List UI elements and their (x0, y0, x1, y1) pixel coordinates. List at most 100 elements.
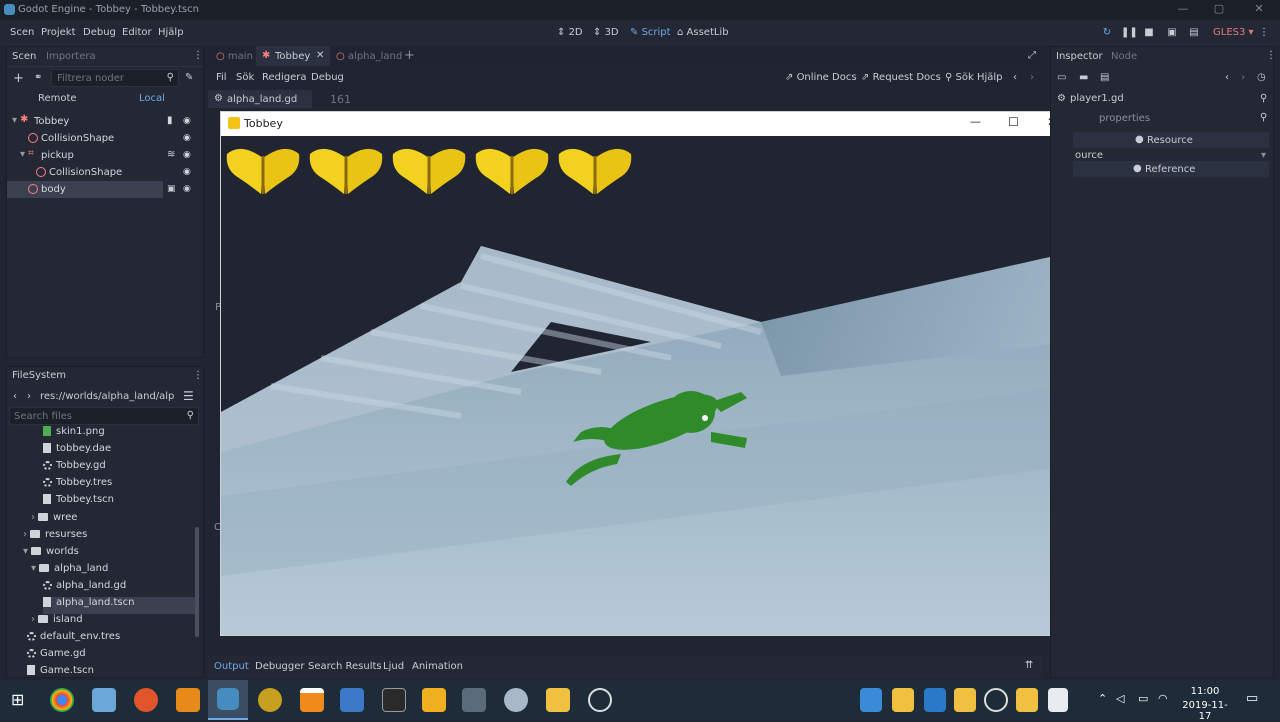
tab-scene-alpha-land[interactable]: ○ alpha_land (336, 51, 402, 62)
menu-scen[interactable]: Scen (10, 27, 34, 38)
minimize-icon[interactable]: — (1176, 2, 1190, 16)
new-resource-icon[interactable]: ▭ (1057, 72, 1066, 83)
tab-ljud[interactable]: Ljud (383, 661, 404, 672)
signal-icon[interactable]: ≋ (167, 149, 175, 160)
tab-scene-main[interactable]: ○ main (216, 51, 253, 62)
expand-panel-icon[interactable]: ⇈ (1025, 660, 1033, 671)
collapse-arrow-icon[interactable]: ▾ (23, 546, 28, 557)
script-list-item[interactable]: ⚙ alpha_land.gd (208, 90, 312, 108)
script-menu-debug[interactable]: Debug (311, 72, 344, 83)
dropdown-arrow-icon[interactable]: ▾ (1261, 150, 1266, 161)
open-folder-icon[interactable]: ▬ (1079, 72, 1088, 83)
notifications-icon[interactable]: ▭ (1246, 691, 1258, 706)
split-view-icon[interactable]: ☰ (183, 389, 194, 403)
chrome-icon[interactable] (50, 688, 74, 712)
app-icon-6[interactable] (422, 688, 446, 712)
file-item[interactable]: Tobbey.tscn (43, 494, 197, 511)
mode-assetlib-button[interactable]: ⌂ AssetLib (677, 27, 729, 38)
file-item[interactable]: Game.gd (27, 648, 197, 665)
online-docs-link[interactable]: ⇗ Online Docs (785, 72, 857, 83)
tray-document-icon[interactable] (1048, 688, 1068, 712)
play-scene-icon[interactable]: ▣ (1166, 27, 1178, 39)
scrollbar-thumb[interactable] (195, 527, 199, 637)
tab-search-results[interactable]: Search Results (308, 661, 382, 672)
close-tab-icon[interactable]: ✕ (316, 50, 324, 61)
forward-arrow-icon[interactable]: › (27, 391, 31, 402)
file-item[interactable]: alpha_land.gd (43, 580, 197, 597)
folder-item[interactable]: › island (31, 614, 197, 631)
app-icon-3[interactable] (258, 688, 282, 712)
path-field[interactable]: res://worlds/alpha_land/alpha_l (37, 387, 175, 405)
resource-category[interactable]: ● Resource (1073, 132, 1269, 148)
fullscreen-icon[interactable]: ⤢ (1028, 50, 1036, 61)
tree-node-collisionshape[interactable]: CollisionShape ◉ (7, 130, 203, 147)
stop-icon[interactable]: ■ (1143, 27, 1155, 39)
tab-animation[interactable]: Animation (412, 661, 463, 672)
tab-scene-tobbey[interactable]: ✱ Tobbey ✕ (256, 46, 330, 66)
script-menu-fil[interactable]: Fil (216, 72, 227, 83)
clock[interactable]: 11:00 2019-11-17 (1176, 686, 1234, 722)
collapse-arrow-icon[interactable]: ▾ (31, 563, 36, 574)
search-files-input[interactable]: Search files ⚲ (9, 407, 199, 425)
script-menu-sok[interactable]: Sök (236, 72, 254, 83)
vlc-icon[interactable] (300, 688, 324, 712)
maximize-icon[interactable]: ☐ (1008, 115, 1019, 129)
script-menu-redigera[interactable]: Redigera (262, 72, 307, 83)
filter-nodes-input[interactable]: Filtrera noder ⚲ (51, 69, 179, 87)
script-icon[interactable]: ▮ (167, 115, 173, 126)
visibility-eye-icon[interactable]: ◉ (183, 167, 195, 177)
godot-taskbar-item[interactable] (208, 680, 248, 720)
tab-node[interactable]: Node (1111, 51, 1137, 62)
panel-menu-icon[interactable]: ⋮ (193, 50, 203, 61)
battery-icon[interactable]: ▭ (1138, 692, 1148, 705)
chevron-up-icon[interactable]: ⌃ (1098, 692, 1107, 705)
file-item[interactable]: Game.tscn (27, 665, 197, 678)
app-icon-4[interactable] (340, 688, 364, 712)
obs-icon[interactable] (588, 688, 612, 712)
menu-projekt[interactable]: Projekt (41, 27, 76, 38)
add-node-icon[interactable]: + (13, 71, 24, 86)
back-arrow-icon[interactable]: ‹ (13, 391, 17, 402)
game-window[interactable]: Tobbey — ☐ ✕ (220, 111, 1073, 636)
history-back-icon[interactable]: ‹ (1225, 72, 1229, 83)
tray-folder-icon[interactable] (1016, 688, 1038, 712)
local-toggle[interactable]: Local (105, 91, 201, 108)
object-settings-icon[interactable]: ⚲ (1260, 93, 1267, 104)
visibility-eye-icon[interactable]: ◉ (183, 116, 195, 126)
panel-menu-icon[interactable]: ⋮ (1266, 50, 1276, 61)
app-icon-5[interactable] (382, 688, 406, 712)
history-forward-icon[interactable]: › (1241, 72, 1245, 83)
mode-script-button[interactable]: ✎ Script (630, 27, 671, 38)
filter-properties-input[interactable]: properties (1099, 113, 1150, 124)
renderer-select[interactable]: GLES3 ▾ (1213, 27, 1254, 38)
file-item[interactable]: Tobbey.tres (43, 477, 197, 494)
script-attach-icon[interactable]: ✎ (185, 72, 193, 83)
history-icon[interactable]: ◷ (1257, 72, 1266, 83)
forward-arrow-icon[interactable]: › (1030, 72, 1034, 83)
folder-item[interactable]: ▾ worlds (23, 546, 197, 563)
game-viewport[interactable] (221, 136, 1072, 635)
tree-node-tobbey[interactable]: ▾ ✱ Tobbey ▮ ◉ (7, 113, 203, 130)
panel-menu-icon[interactable]: ⋮ (193, 370, 203, 381)
visibility-eye-icon[interactable]: ◉ (183, 184, 191, 194)
visibility-eye-icon[interactable]: ◉ (183, 133, 195, 143)
tray-folder-icon[interactable] (954, 688, 976, 712)
folder-item[interactable]: › resurses (23, 529, 197, 546)
play-custom-icon[interactable]: ▤ (1188, 27, 1200, 39)
add-tab-icon[interactable]: + (404, 48, 415, 63)
file-item[interactable]: skin1.png (43, 426, 197, 443)
pause-icon[interactable]: ❚❚ (1121, 27, 1138, 39)
folder-item[interactable]: › wree (31, 512, 197, 529)
link-icon[interactable]: ⚭ (34, 72, 42, 83)
group-icon[interactable]: ▣ (167, 184, 176, 194)
tray-folder-icon[interactable] (892, 688, 914, 712)
request-docs-link[interactable]: ⇗ Request Docs (861, 72, 941, 83)
blender-icon[interactable] (176, 688, 200, 712)
menu-hjalp[interactable]: Hjälp (158, 27, 184, 38)
file-item[interactable]: default_env.tres (27, 631, 197, 648)
app-icon-2[interactable] (134, 688, 158, 712)
remote-toggle[interactable]: Remote (9, 91, 105, 108)
file-item-selected[interactable]: alpha_land.tscn (43, 597, 195, 614)
tray-icon-2[interactable] (924, 688, 946, 712)
menu-editor[interactable]: Editor (122, 27, 152, 38)
